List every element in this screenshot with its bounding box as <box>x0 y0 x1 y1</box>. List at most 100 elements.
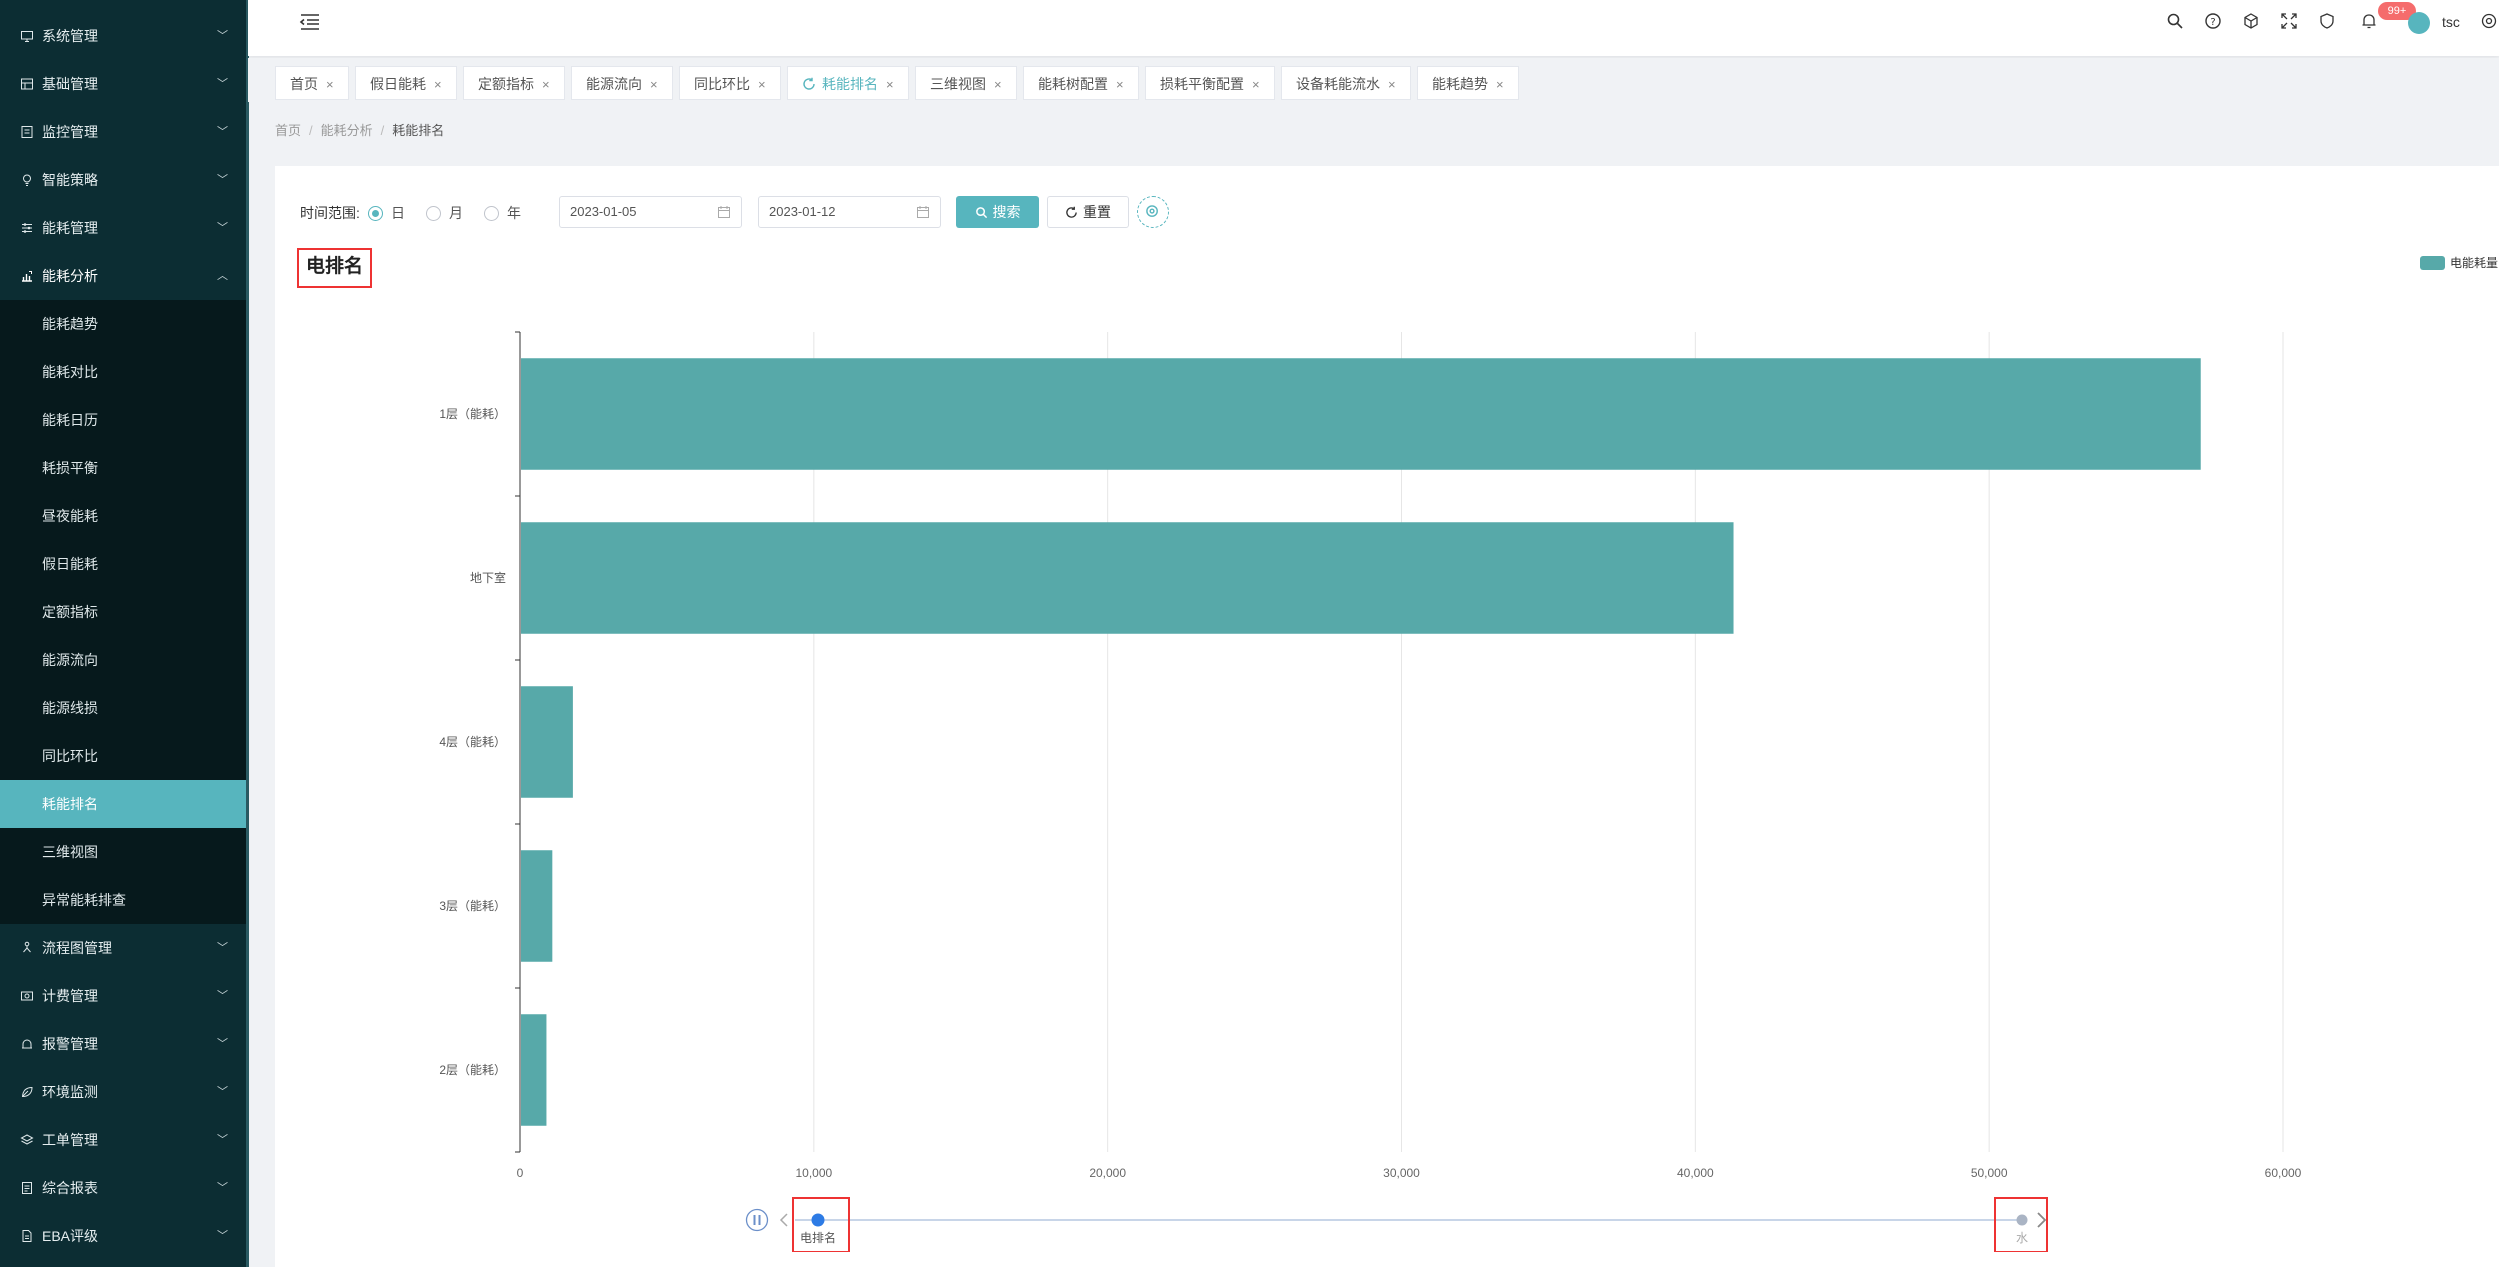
timeline-prev-icon[interactable] <box>779 1213 788 1227</box>
tab[interactable]: 假日能耗 × <box>355 66 457 100</box>
search-icon <box>975 207 987 219</box>
cube-icon[interactable] <box>2242 12 2260 30</box>
end-date-input[interactable]: 2023-01-12 <box>758 196 941 228</box>
sidebar-item-money[interactable]: 计费管理 ﹀ <box>0 972 248 1020</box>
tab[interactable]: 设备耗能流水 × <box>1281 66 1411 100</box>
report-icon <box>22 1182 32 1194</box>
breadcrumb-current: 耗能排名 <box>392 123 445 138</box>
reset-button[interactable]: 重置 <box>1047 196 1129 228</box>
chevron-up-icon: ︿ <box>217 270 228 282</box>
sidebar-item-grid[interactable]: 基础管理 ﹀ <box>0 60 248 108</box>
timeline-pause-icon[interactable] <box>745 1208 769 1232</box>
sidebar-item-leaf[interactable]: 环境监测 ﹀ <box>0 1068 248 1116</box>
settings-icon[interactable] <box>2480 12 2498 30</box>
sidebar-subitem[interactable]: 昼夜能耗 <box>0 492 248 540</box>
tab-label: 首页 <box>290 76 318 92</box>
bell-icon[interactable] <box>2360 12 2378 30</box>
sidebar-item-label: 基础管理 <box>42 76 98 92</box>
refresh-icon <box>803 77 815 90</box>
tab[interactable]: 定额指标 × <box>463 66 565 100</box>
sidebar-subitem[interactable]: 假日能耗 <box>0 540 248 588</box>
x-tick-label: 40,000 <box>1677 1166 1714 1180</box>
sidebar-subitem[interactable]: 能耗对比 <box>0 348 248 396</box>
bar[interactable] <box>521 522 1734 634</box>
help-icon[interactable]: ? <box>2204 12 2222 30</box>
sidebar-item-layers[interactable]: 工单管理 ﹀ <box>0 1116 248 1164</box>
close-icon[interactable]: × <box>434 77 442 92</box>
tab[interactable]: 能源流向 × <box>571 66 673 100</box>
bar[interactable] <box>521 686 573 798</box>
breadcrumb-energy-analysis[interactable]: 能耗分析 <box>321 123 373 138</box>
chart-legend[interactable]: 电能耗量 <box>2420 254 2498 271</box>
timeline-next-icon[interactable] <box>2037 1212 2047 1228</box>
close-icon[interactable]: × <box>1116 77 1124 92</box>
bar[interactable] <box>521 1014 547 1126</box>
sidebar-subitem[interactable]: 同比环比 <box>0 732 248 780</box>
bar[interactable] <box>521 358 2201 470</box>
close-icon[interactable]: × <box>994 77 1002 92</box>
sidebar-item-screen[interactable]: 监控管理 ﹀ <box>0 108 248 156</box>
close-icon[interactable]: × <box>1252 77 1260 92</box>
submenu-energy-analysis: 能耗趋势 能耗对比 能耗日历 耗损平衡 昼夜能耗 假日能耗 定额指标 能源流向 能源线损 同比环比… <box>0 300 248 924</box>
close-icon[interactable]: × <box>542 77 550 92</box>
start-date-input[interactable]: 2023-01-05 <box>559 196 742 228</box>
sidebar-item-flow[interactable]: 流程图管理 ﹀ <box>0 924 248 972</box>
radio-day[interactable]: 日 <box>368 203 405 223</box>
bar[interactable] <box>521 850 553 962</box>
breadcrumb-home[interactable]: 首页 <box>275 123 301 138</box>
search-icon[interactable] <box>2166 12 2184 30</box>
timeline-point-current[interactable] <box>811 1213 825 1227</box>
chevron-down-icon: ﹀ <box>217 30 228 42</box>
avatar[interactable] <box>2408 12 2430 34</box>
radio-year[interactable]: 年 <box>484 203 521 223</box>
sidebar-subitem[interactable]: 三维视图 <box>0 828 248 876</box>
sidebar-subitem[interactable]: 能耗日历 <box>0 396 248 444</box>
username[interactable]: tsc <box>2442 14 2460 30</box>
sidebar-item-chart[interactable]: 能耗分析 ︿ <box>0 252 248 300</box>
column-settings-button[interactable] <box>1137 196 1169 228</box>
sidebar-subitem[interactable]: 能源流向 <box>0 636 248 684</box>
sidebar-item-home[interactable]: 首页 <box>0 0 248 12</box>
timeline-point-next[interactable] <box>2016 1214 2028 1226</box>
sidebar-subitem[interactable]: 耗损平衡 <box>0 444 248 492</box>
tab[interactable]: 首页 × <box>275 66 349 100</box>
close-icon[interactable]: × <box>1388 77 1396 92</box>
sidebar-item-sliders[interactable]: 能耗管理 ﹀ <box>0 204 248 252</box>
sidebar-subitem[interactable]: 定额指标 <box>0 588 248 636</box>
sidebar-item-doc[interactable]: EBA评级 ﹀ <box>0 1212 248 1260</box>
close-icon[interactable]: × <box>650 77 658 92</box>
fullscreen-icon[interactable] <box>2280 12 2298 30</box>
tab-label: 设备耗能流水 <box>1296 76 1380 92</box>
sidebar-item-bulb[interactable]: 智能策略 ﹀ <box>0 156 248 204</box>
sidebar-item-label: 能耗管理 <box>42 220 98 236</box>
search-button[interactable]: 搜索 <box>956 196 1039 228</box>
tabs-bar: 首页 × 假日能耗 × 定额指标 × 能源流向 × 同比环比 × 耗能排名 × 三维视图 × 能耗树配置 × 损… <box>248 58 2499 102</box>
close-icon[interactable]: × <box>758 77 766 92</box>
close-icon[interactable]: × <box>326 77 334 92</box>
sidebar-subitem[interactable]: 耗能排名 <box>0 780 248 828</box>
sidebar-item-report[interactable]: 综合报表 ﹀ <box>0 1164 248 1212</box>
timeline-label-1[interactable]: 水 <box>2016 1231 2028 1245</box>
tab[interactable]: 三维视图 × <box>915 66 1017 100</box>
tab[interactable]: 能耗趋势 × <box>1417 66 1519 100</box>
sidebar-item-monitor[interactable]: 系统管理 ﹀ <box>0 12 248 60</box>
tab[interactable]: 能耗树配置 × <box>1023 66 1139 100</box>
sidebar-subitem[interactable]: 能源线损 <box>0 684 248 732</box>
legend-label: 电能耗量 <box>2450 256 2499 270</box>
close-icon[interactable]: × <box>1496 77 1504 92</box>
tab[interactable]: 耗能排名 × <box>787 66 909 100</box>
shield-icon[interactable] <box>2318 12 2336 30</box>
tab[interactable]: 同比环比 × <box>679 66 781 100</box>
sidebar-scrollbar[interactable] <box>246 0 249 1267</box>
chevron-down-icon: ﹀ <box>217 1134 228 1146</box>
timeline-label-0[interactable]: 电排名 <box>800 1230 836 1245</box>
tab[interactable]: 损耗平衡配置 × <box>1145 66 1275 100</box>
sidebar-item-alarm[interactable]: 报警管理 ﹀ <box>0 1020 248 1068</box>
radio-month[interactable]: 月 <box>426 203 463 223</box>
sidebar-item-label: 能耗分析 <box>42 268 98 284</box>
x-tick-label: 30,000 <box>1383 1166 1420 1180</box>
sidebar-subitem[interactable]: 能耗趋势 <box>0 300 248 348</box>
menu-toggle-icon[interactable] <box>298 10 322 34</box>
close-icon[interactable]: × <box>886 77 894 92</box>
sidebar-subitem[interactable]: 异常能耗排查 <box>0 876 248 924</box>
